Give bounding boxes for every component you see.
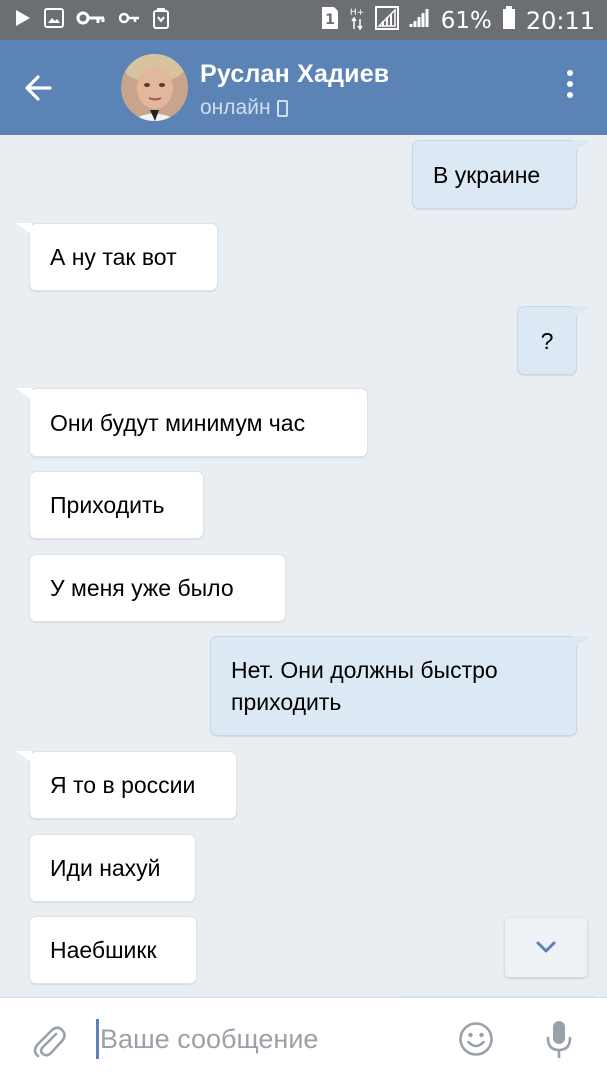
microphone-icon: [546, 1021, 572, 1058]
play-icon: [14, 8, 32, 33]
message-text: А ну так вот: [50, 244, 177, 270]
status-bar-notifications: [14, 7, 170, 34]
key-small-icon: [118, 8, 140, 33]
battery-percent: 61%: [440, 8, 492, 34]
contact-status: онлайн: [200, 96, 288, 120]
image-icon: [44, 8, 64, 33]
signal-icon: [374, 6, 399, 36]
sim-icon: 1: [321, 6, 339, 36]
clock: 20:11: [525, 7, 595, 35]
chevron-down-icon: [536, 941, 556, 953]
message-bubble-outgoing[interactable]: ?: [517, 306, 590, 375]
message-input[interactable]: [100, 1016, 430, 1062]
back-button[interactable]: [18, 68, 62, 108]
message-bubble-incoming[interactable]: Наебшикк: [29, 916, 197, 984]
network-type-label: H+: [350, 8, 364, 18]
more-vertical-icon: [567, 70, 573, 76]
contact-name[interactable]: Руслан Хадиев: [200, 60, 389, 89]
mobile-phone-icon: [276, 99, 288, 117]
voice-message-button[interactable]: [546, 1019, 572, 1061]
network-type-icon: H+: [349, 5, 365, 37]
smiley-icon: [459, 1022, 493, 1056]
message-text: У меня уже было: [50, 575, 234, 601]
message-bubble-outgoing[interactable]: Нет. Они должны быстро приходить: [210, 636, 590, 736]
paperclip-icon: [33, 1026, 66, 1058]
message-composer: [0, 997, 607, 1080]
recycle-icon: [152, 7, 170, 34]
message-bubble-incoming[interactable]: А ну так вот: [16, 223, 218, 291]
avatar[interactable]: [121, 54, 188, 121]
arrow-left-icon: [25, 75, 52, 101]
online-status-label: онлайн: [200, 96, 271, 119]
avatar-photo-icon: [121, 54, 188, 121]
message-text: Иди нахуй: [50, 855, 161, 881]
scroll-to-bottom-button[interactable]: [505, 918, 587, 977]
message-text: Они будут минимум час: [50, 409, 306, 436]
message-text: ?: [540, 327, 554, 354]
emoji-button[interactable]: [458, 1021, 494, 1057]
attach-button[interactable]: [30, 1020, 66, 1060]
message-text: Приходить: [50, 492, 165, 518]
message-text: Наебшикк: [50, 937, 157, 963]
message-list[interactable]: В украине А ну так вот ? Они будут миним…: [0, 135, 607, 997]
signal-icon: [409, 7, 431, 35]
status-bar-system: 1 H+ 61% 20:11: [321, 5, 595, 37]
message-text: В украине: [433, 161, 541, 188]
message-bubble-incoming[interactable]: Они будут минимум час: [16, 388, 368, 457]
status-bar: 1 H+ 61% 20:11: [0, 0, 607, 40]
sim-slot-label: 1: [325, 12, 335, 28]
message-bubble-outgoing[interactable]: В украине: [412, 140, 590, 209]
message-bubble-incoming[interactable]: Приходить: [29, 471, 204, 539]
text-cursor: [96, 1019, 99, 1059]
message-bubble-incoming[interactable]: Иди нахуй: [29, 834, 196, 902]
battery-icon: [502, 6, 516, 36]
message-text: Я то в россии: [50, 772, 196, 798]
message-text: Нет. Они должны быстро приходить: [231, 657, 498, 715]
more-options-button[interactable]: [560, 70, 580, 106]
chat-header: Руслан Хадиев онлайн: [0, 40, 607, 135]
message-bubble-incoming[interactable]: Я то в россии: [16, 751, 237, 819]
message-bubble-incoming[interactable]: У меня уже было: [29, 554, 286, 622]
key-icon: [76, 8, 106, 33]
